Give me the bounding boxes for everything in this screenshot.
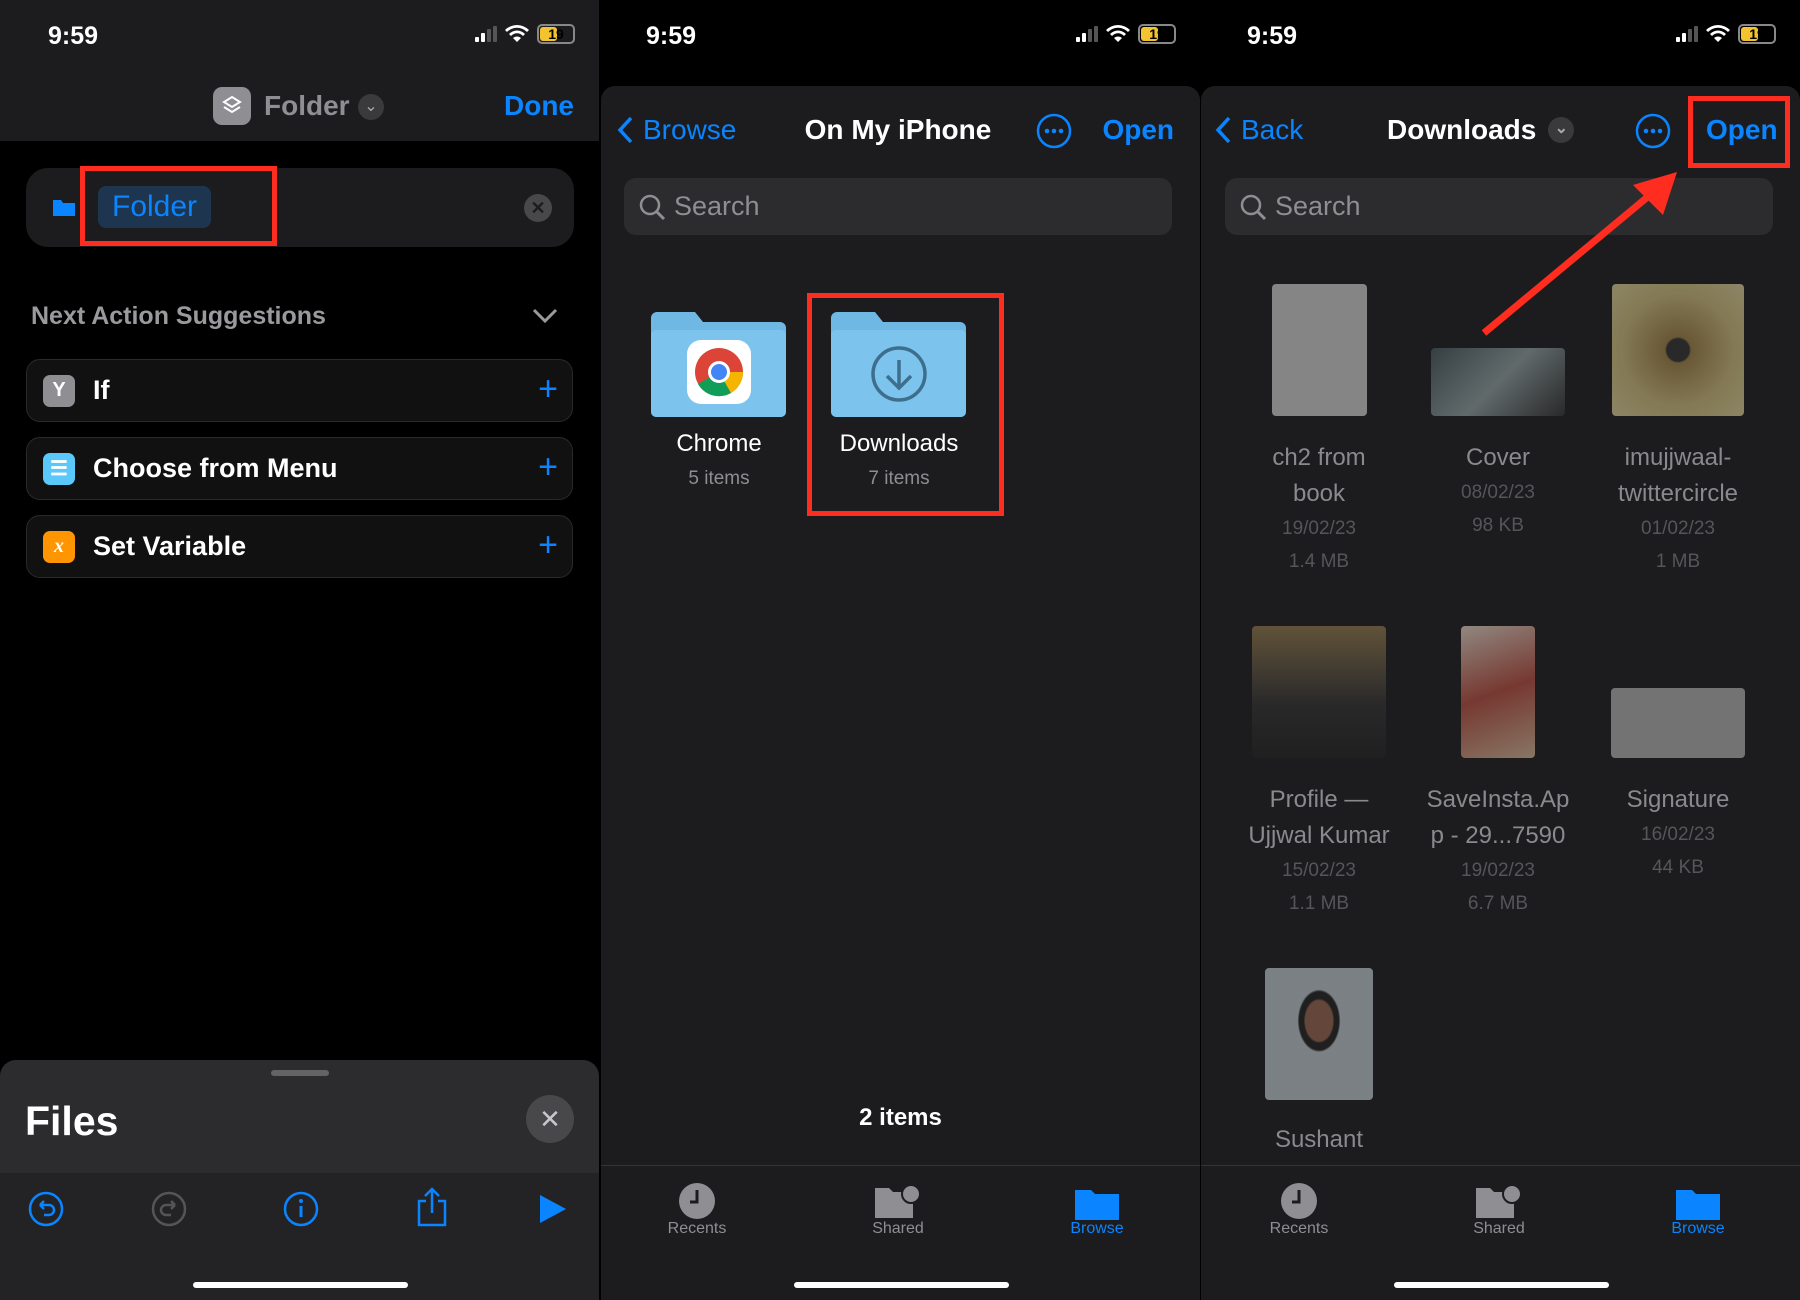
suggestion-label: Choose from Menu — [93, 453, 338, 483]
header-title[interactable]: Folder — [264, 90, 350, 122]
status-time: 9:59 — [646, 22, 697, 50]
chevron-left-icon — [617, 116, 633, 144]
folder-icon — [1075, 1190, 1119, 1220]
downloads-panel: 9:59 19 Back Downloads ⌄ Open Search ch2 … — [1201, 0, 1800, 1300]
file-item[interactable]: Signature 16/02/23 44 KB — [1588, 626, 1768, 884]
files-browse-panel: 9:59 19 Browse On My iPhone Open Search … — [601, 0, 1200, 1300]
add-icon[interactable]: + — [538, 372, 558, 406]
shared-folder-icon — [875, 1184, 921, 1218]
play-icon[interactable] — [538, 1193, 568, 1225]
search-icon — [639, 194, 666, 221]
tab-browse[interactable]: Browse — [1638, 1176, 1758, 1238]
file-thumbnail — [1611, 688, 1745, 758]
shared-folder-icon — [1476, 1184, 1522, 1218]
folder-chrome[interactable] — [651, 310, 786, 417]
file-item[interactable]: Sushant16/02/23 — [1229, 968, 1409, 1191]
add-icon[interactable]: + — [538, 528, 558, 562]
folder-icon — [1676, 1190, 1720, 1220]
shortcuts-panel: 9:59 19 Folder ⌄ Done Folder ✕ Next Acti… — [0, 0, 599, 1300]
signal-icon — [475, 26, 497, 42]
tab-browse[interactable]: Browse — [1037, 1176, 1157, 1238]
clock-icon — [679, 1183, 715, 1219]
folder-count: 5 items — [688, 468, 750, 489]
folder-name: Chrome — [676, 430, 762, 457]
tab-bar: Recents Shared Browse — [601, 1165, 1200, 1300]
files-sheet: Files ✕ — [0, 1060, 599, 1300]
file-thumbnail — [1265, 968, 1373, 1100]
info-icon[interactable] — [283, 1191, 319, 1227]
file-thumbnail — [1252, 626, 1386, 758]
home-indicator — [793, 1282, 1009, 1288]
undo-icon[interactable] — [28, 1191, 64, 1227]
suggestion-set-variable[interactable]: x Set Variable + — [26, 515, 573, 578]
file-item[interactable]: SaveInsta.Ap p - 29...7590 19/02/23 6.7 MB — [1408, 626, 1588, 920]
toolbar — [0, 1173, 599, 1300]
chevron-down-icon[interactable]: ⌄ — [358, 94, 384, 120]
shortcuts-icon — [213, 87, 251, 125]
clock-icon — [1281, 1183, 1317, 1219]
search-input[interactable]: Search — [624, 178, 1172, 235]
status-time: 9:59 — [48, 22, 99, 50]
menu-icon: ☰ — [43, 452, 75, 485]
suggestion-if[interactable]: Y If + — [26, 359, 573, 422]
close-icon[interactable]: ✕ — [526, 1095, 574, 1143]
tab-bar: Recents Shared Browse — [1201, 1165, 1800, 1300]
variable-icon: x — [43, 530, 75, 563]
sheet-grabber[interactable] — [271, 1070, 329, 1076]
file-item[interactable]: Profile — Ujjwal Kumar 15/02/23 1.1 MB — [1229, 626, 1409, 920]
clear-icon[interactable]: ✕ — [524, 194, 552, 222]
file-thumbnail — [1461, 626, 1535, 758]
tab-shared[interactable]: Shared — [838, 1176, 958, 1238]
suggestion-choose-from-menu[interactable]: ☰ Choose from Menu + — [26, 437, 573, 500]
home-indicator — [192, 1282, 408, 1288]
share-icon[interactable] — [414, 1187, 450, 1227]
wifi-icon — [1106, 25, 1130, 42]
add-icon[interactable]: + — [538, 450, 558, 484]
wifi-icon — [505, 25, 529, 42]
redo-icon[interactable] — [151, 1191, 187, 1227]
tab-recents[interactable]: Recents — [637, 1176, 757, 1238]
status-icons: 19 — [475, 24, 575, 44]
highlight-box — [807, 293, 1004, 516]
folder-icon — [53, 200, 75, 216]
branch-icon: Y — [43, 374, 75, 407]
more-icon[interactable] — [1036, 113, 1072, 149]
done-button[interactable]: Done — [504, 90, 574, 122]
highlight-box — [80, 166, 277, 246]
annotation-arrow — [1481, 172, 1677, 336]
signal-icon — [1076, 26, 1098, 42]
suggestion-label: If — [93, 375, 110, 405]
tab-shared[interactable]: Shared — [1439, 1176, 1559, 1238]
browse-back-button[interactable]: Browse — [617, 114, 736, 146]
home-indicator — [1393, 1282, 1609, 1288]
suggestions-title: Next Action Suggestions — [31, 302, 326, 330]
nav-title: On My iPhone — [804, 114, 992, 145]
status-icons: 19 — [1076, 24, 1176, 44]
chevron-down-icon[interactable] — [532, 308, 558, 324]
sheet-title: Files — [25, 1098, 119, 1144]
battery-icon: 19 — [537, 24, 575, 44]
suggestion-label: Set Variable — [93, 531, 247, 561]
tab-recents[interactable]: Recents — [1239, 1176, 1359, 1238]
item-count: 2 items — [859, 1104, 942, 1131]
open-button[interactable]: Open — [1102, 114, 1174, 146]
battery-icon: 19 — [1138, 24, 1176, 44]
back-label: Browse — [643, 114, 737, 145]
folder-icon — [651, 312, 786, 417]
